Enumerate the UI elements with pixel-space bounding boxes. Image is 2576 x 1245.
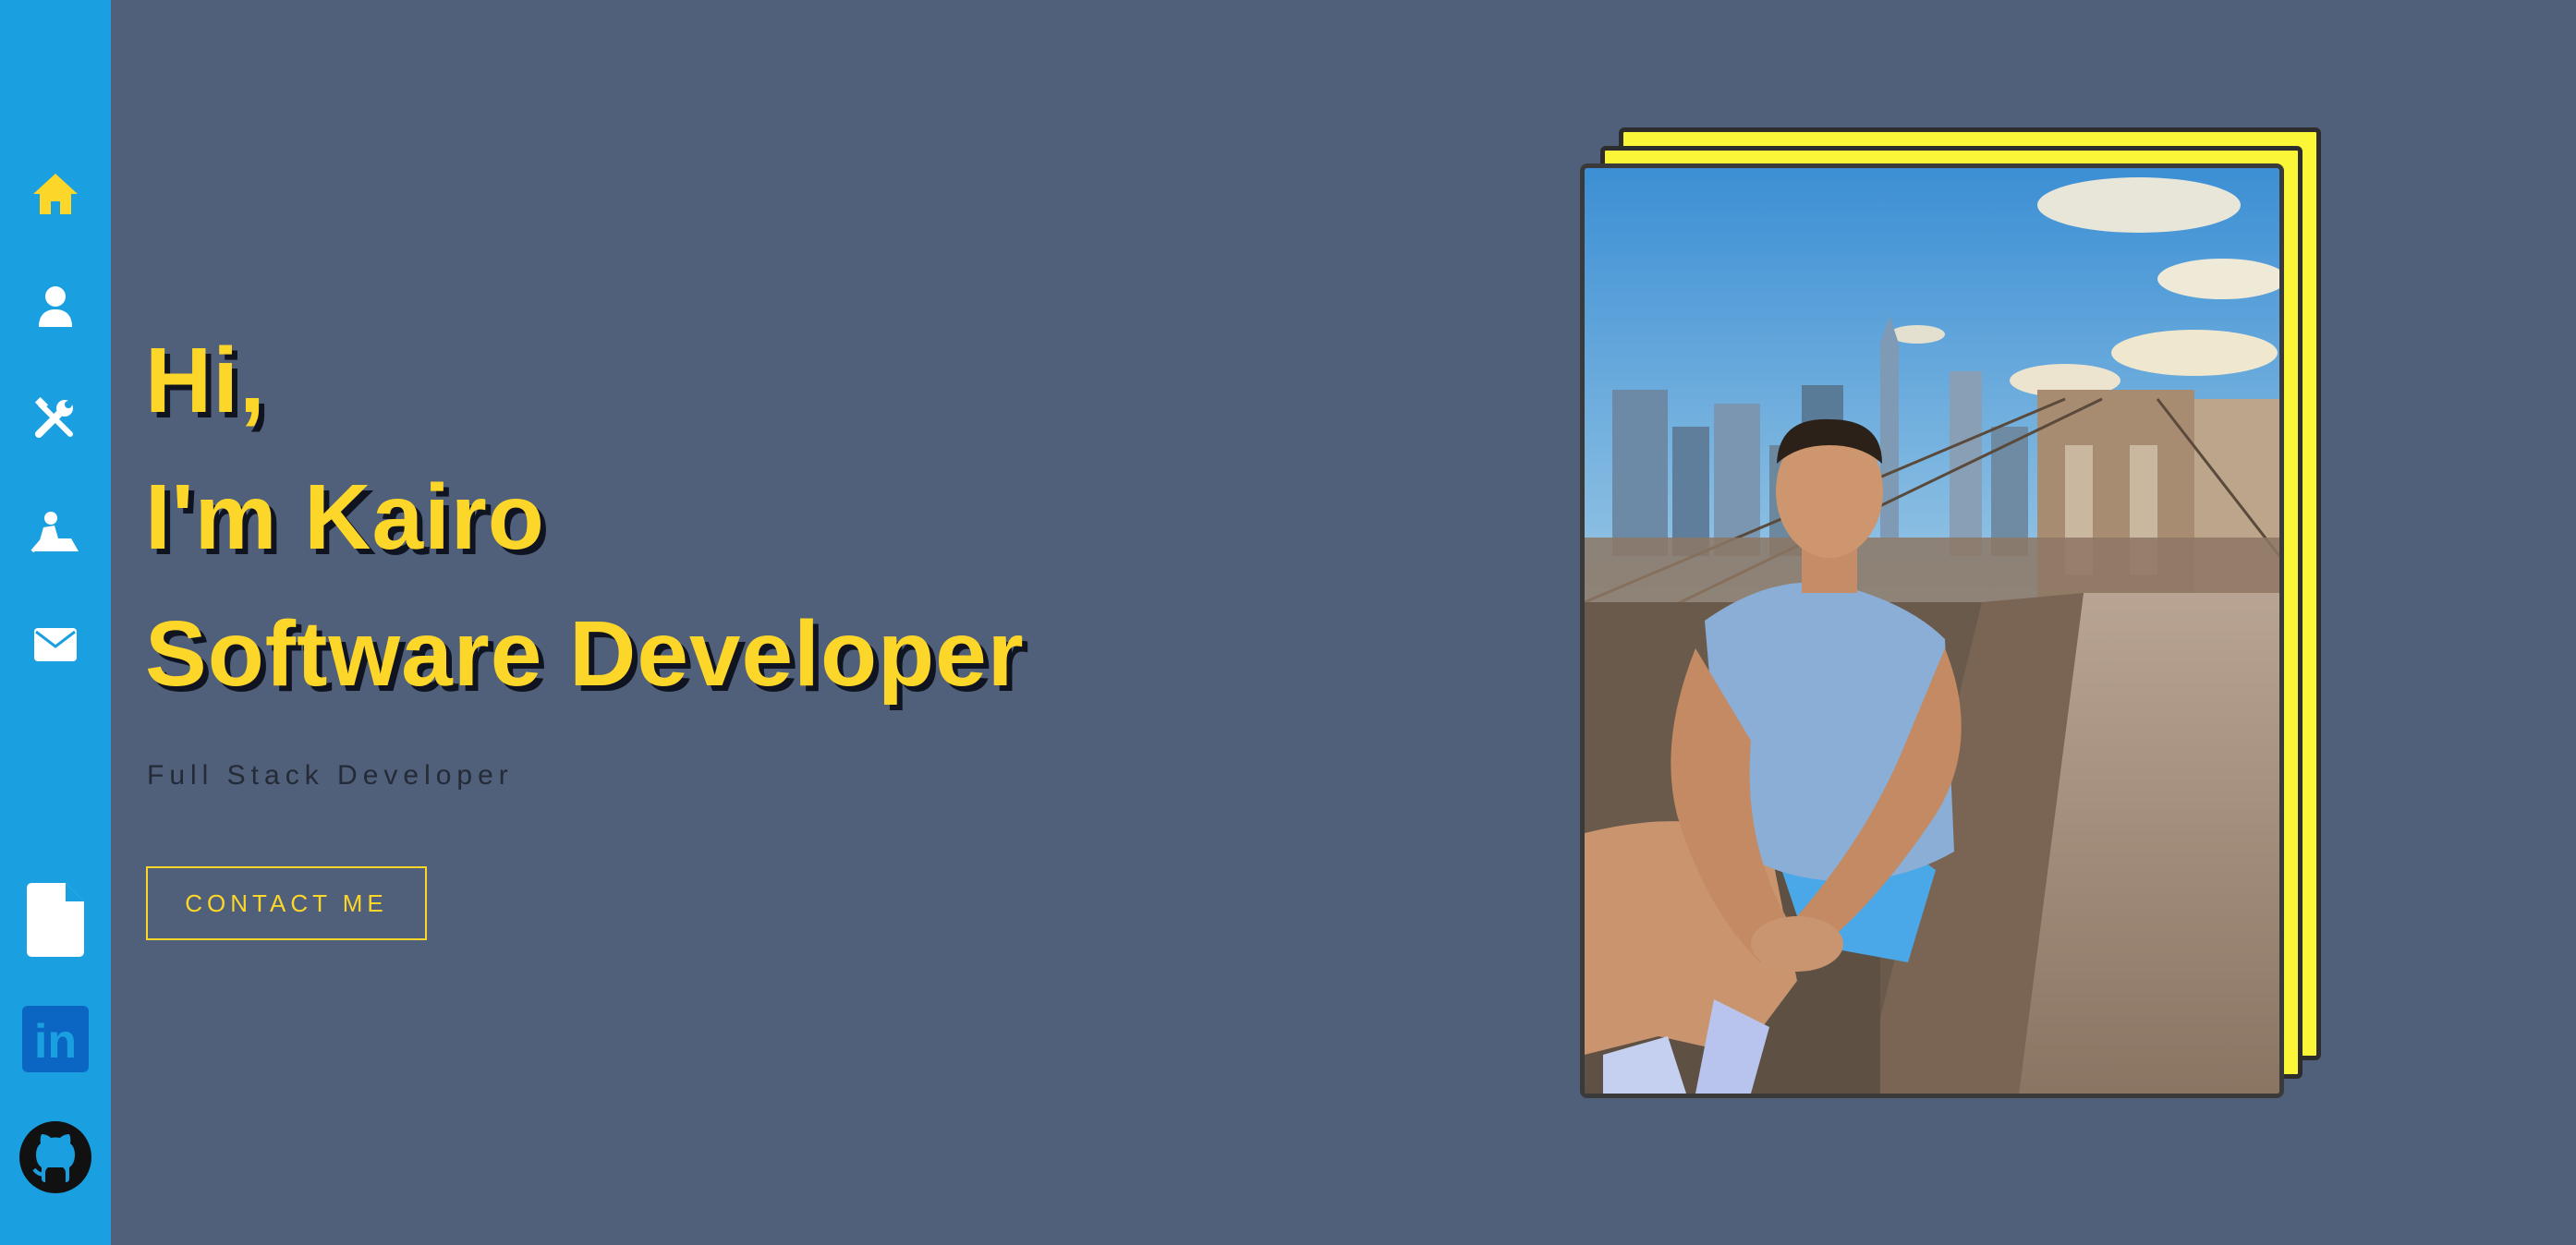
github-icon [19, 1121, 91, 1193]
user-icon [39, 286, 72, 327]
linkedin-icon: in [22, 1006, 89, 1072]
name-line: I'm Kairo [145, 465, 545, 569]
worker-icon [30, 512, 79, 553]
resume-link[interactable] [0, 882, 111, 958]
sidebar: in [0, 0, 111, 1245]
profile-photo [1580, 163, 2284, 1098]
profile-photo-image [1585, 168, 2279, 1094]
tools-icon [34, 397, 73, 438]
linkedin-link[interactable]: in [0, 1002, 111, 1076]
nav-about[interactable] [0, 270, 111, 344]
github-link[interactable] [0, 1120, 111, 1194]
home-icon [33, 174, 78, 214]
nav-projects[interactable] [0, 495, 111, 569]
envelope-icon [34, 628, 77, 661]
contact-me-button[interactable]: CONTACT ME [146, 866, 427, 940]
nav-contact[interactable] [0, 608, 111, 682]
role-line: Software Developer [145, 602, 1025, 706]
nav-home[interactable] [0, 157, 111, 231]
linkedin-logo-text: in [34, 1015, 77, 1069]
subtitle: Full Stack Developer [147, 760, 514, 791]
file-icon [27, 883, 84, 957]
nav-skills[interactable] [0, 382, 111, 456]
greeting-line: Hi, [145, 329, 266, 432]
